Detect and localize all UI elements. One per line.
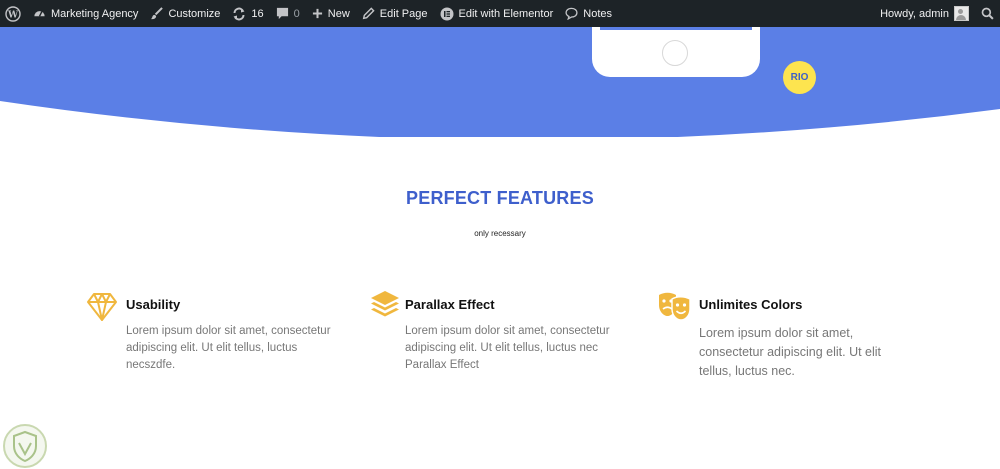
feature-description: Lorem ipsum dolor sit amet, consectetur … [405,325,610,371]
wp-admin-bar: W Marketing Agency Customize 16 0 New Ed… [0,0,1000,27]
feature-description: Lorem ipsum dolor sit amet, consectetur … [699,326,882,378]
speech-bubble-icon [565,7,578,20]
svg-text:W: W [7,10,19,20]
notes-button[interactable]: Notes [559,0,618,27]
feature-description: Lorem ipsum dolor sit amet, consectetur … [126,325,331,371]
my-account-menu[interactable]: Howdy, admin [874,0,975,27]
notes-label: Notes [583,7,613,20]
edit-page-label: Edit Page [379,7,428,20]
edit-elementor-label: Edit with Elementor [458,7,554,20]
wordpress-logo-button[interactable]: W [0,0,27,27]
paintbrush-icon [151,7,164,20]
wordpress-icon: W [5,5,21,22]
elementor-icon [440,7,453,20]
edit-with-elementor-button[interactable]: Edit with Elementor [434,0,560,27]
new-label: New [327,7,350,20]
new-content-button[interactable]: New [306,0,356,27]
hero-wave-background [0,27,1000,137]
section-subtitle: only recessary [474,229,526,238]
plus-icon [312,8,322,19]
pencil-icon [362,7,375,20]
comments-button[interactable]: 0 [270,0,306,27]
admin-search-button[interactable] [975,0,1000,27]
feature-title: Parallax Effect [405,297,495,312]
updates-count: 16 [251,7,264,20]
edit-page-button[interactable]: Edit Page [356,0,434,27]
layers-icon [371,291,399,317]
refresh-icon [233,7,245,20]
rio-badge: RIO [783,61,816,94]
section-title: PERFECT FEATURES [406,188,594,208]
comments-count: 0 [293,7,300,20]
comment-bubble-icon [276,7,288,20]
feature-title: Unlimites Colors [699,297,803,312]
dashboard-gauge-icon [34,11,45,17]
feature-title: Usability [126,297,181,312]
customize-button[interactable]: Customize [144,0,226,27]
shield-logo-watermark [3,424,47,468]
diamond-icon [87,293,117,321]
phone-home-button [662,40,688,66]
howdy-label: Howdy, admin [880,7,949,20]
site-name-label: Marketing Agency [51,7,139,20]
site-name-menu[interactable]: Marketing Agency [27,0,144,27]
theater-masks-icon [659,292,691,321]
customize-label: Customize [168,7,221,20]
phone-screen [600,27,752,30]
updates-button[interactable]: 16 [226,0,269,27]
avatar [954,6,969,21]
search-icon [981,7,994,20]
